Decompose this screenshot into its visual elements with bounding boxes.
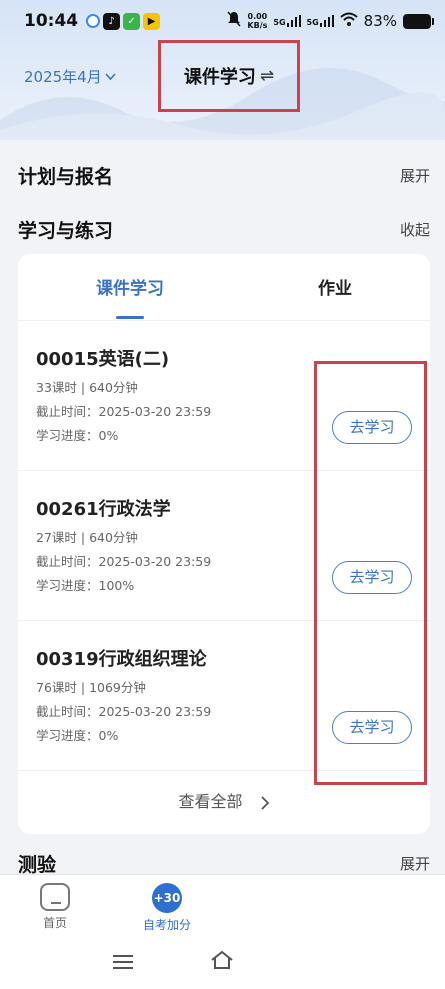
status-app-icons: ♪ ✓ ▶ (86, 12, 161, 30)
signal-bars-icon (319, 15, 334, 27)
nav-self-exam[interactable]: +30 自考加分 (137, 883, 197, 933)
signal-1: 5G (273, 15, 301, 27)
section-study: 学习与练习 收起 (18, 216, 430, 243)
course-item[interactable]: 00319行政组织理论 76课时 | 1069分钟 截止时间：2025-03-2… (18, 620, 430, 770)
section-plan-title: 计划与报名 (18, 166, 114, 188)
study-card: 课件学习 作业 00015英语(二) 33课时 | 640分钟 截止时间：202… (18, 254, 430, 834)
section-study-title: 学习与练习 (18, 220, 114, 242)
signal-1-label: 5G (273, 18, 286, 27)
list-divider (18, 770, 430, 771)
swap-arrows-icon: ⇌ (259, 66, 275, 86)
delivery-app-icon: ▶ (143, 12, 161, 30)
net-speed: 0.00 KB/s (247, 12, 267, 30)
status-bar: 10:44 ♪ ✓ ▶ 0.00 KB/s 5G 5G 83% (0, 0, 445, 42)
chevron-right-icon (260, 795, 269, 810)
course-name: 00319行政组织理论 (36, 649, 207, 670)
tab-homework[interactable]: 作业 (235, 274, 435, 299)
status-time: 10:44 (24, 11, 79, 31)
course-deadline: 截止时间：2025-03-20 23:59 (36, 704, 212, 719)
chevron-down-icon (105, 72, 116, 80)
section-quiz-expand[interactable]: 展开 (400, 853, 430, 874)
tab-indicator (116, 316, 144, 319)
course-hours: 27课时 | 640分钟 (36, 530, 138, 545)
signal-bars-icon (286, 15, 301, 27)
signal-2: 5G (307, 15, 334, 27)
nav-home-label: 首页 (42, 916, 67, 930)
course-hours: 76课时 | 1069分钟 (36, 680, 146, 695)
section-plan-expand[interactable]: 展开 (400, 165, 430, 186)
month-label: 2025年4月 (24, 68, 102, 86)
tab-courseware[interactable]: 课件学习 (30, 274, 230, 299)
page-title: 课件学习 (183, 67, 256, 88)
home-icon (40, 883, 70, 911)
course-progress: 学习进度：100% (36, 578, 135, 593)
tiktok-icon: ♪ (103, 12, 121, 30)
go-study-button[interactable]: 去学习 (332, 411, 412, 444)
status-right: 0.00 KB/s 5G 5G 83% (227, 11, 434, 31)
course-name: 00261行政法学 (36, 499, 171, 520)
course-item[interactable]: 00261行政法学 27课时 | 640分钟 截止时间：2025-03-20 2… (18, 470, 430, 620)
course-deadline: 截止时间：2025-03-20 23:59 (36, 404, 212, 419)
sync-icon (86, 14, 101, 28)
battery-percent: 83% (363, 12, 397, 30)
nav-home[interactable]: 首页 (25, 883, 85, 931)
course-hours: 33课时 | 640分钟 (36, 380, 138, 395)
view-all-link[interactable]: 查看全部 (18, 788, 430, 812)
course-item[interactable]: 00015英语(二) 33课时 | 640分钟 截止时间：2025-03-20 … (18, 320, 430, 470)
menu-icon[interactable] (113, 955, 133, 969)
go-study-button[interactable]: 去学习 (332, 711, 412, 744)
mute-bell-icon (227, 11, 241, 31)
section-quiz: 测验 展开 (18, 850, 430, 877)
course-progress: 学习进度：0% (36, 428, 119, 443)
nav-self-exam-label: 自考加分 (142, 918, 191, 932)
net-speed-unit: KB/s (247, 21, 268, 30)
bonus-badge-icon: +30 (152, 883, 182, 913)
course-deadline: 截止时间：2025-03-20 23:59 (36, 554, 212, 569)
wifi-icon (339, 12, 358, 30)
study-tabs: 课件学习 作业 (18, 254, 430, 320)
month-picker[interactable]: 2025年4月 (24, 66, 116, 87)
battery-icon (403, 13, 434, 29)
section-quiz-title: 测验 (18, 854, 57, 876)
course-name: 00015英语(二) (36, 349, 170, 370)
course-progress: 学习进度：0% (36, 728, 119, 743)
net-speed-value: 0.00 (247, 12, 268, 21)
section-plan: 计划与报名 展开 (18, 162, 430, 189)
page-title-switcher[interactable]: 课件学习 ⇌ (158, 40, 300, 112)
signal-2-label: 5G (306, 18, 319, 27)
check-app-icon: ✓ (123, 12, 141, 30)
view-all-label: 查看全部 (178, 792, 243, 811)
system-nav-bar (0, 938, 445, 989)
home-outline-icon[interactable] (210, 950, 234, 974)
go-study-button[interactable]: 去学习 (332, 561, 412, 594)
section-study-collapse[interactable]: 收起 (400, 219, 430, 240)
